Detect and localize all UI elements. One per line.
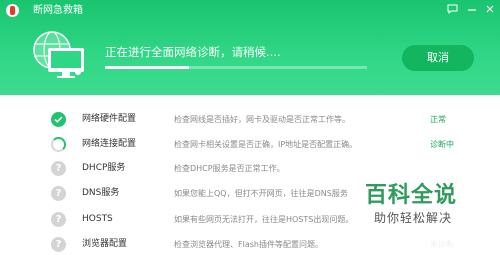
- diagnostic-name: DNS服务: [82, 188, 120, 198]
- loading-spinner-icon: [51, 137, 66, 152]
- diagnostic-name: 网络连接配置: [82, 139, 137, 149]
- diagnostic-row: ? DHCP服务 检查DHCP服务是否正常工作。: [0, 157, 500, 181]
- diagnostic-row: 网络硬件配置 检查网线是否插好，网卡及驱动是否正常工作等。 正常: [0, 108, 500, 132]
- check-circle-icon: [51, 112, 66, 127]
- diagnostic-status: 正常: [430, 115, 446, 124]
- diagnostic-description: 如果您能上QQ，但打不开网页，往往是DNS服务: [174, 189, 348, 198]
- watermark-subtitle: 助你轻松解决: [374, 211, 453, 225]
- question-circle-icon: ?: [51, 212, 66, 227]
- message-icon[interactable]: [445, 3, 460, 18]
- close-icon[interactable]: [482, 3, 497, 18]
- diagnostic-description: 检查DHCP服务是否正常工作。: [174, 164, 285, 173]
- question-circle-icon: ?: [51, 161, 66, 176]
- diagnostic-description: 如果有些网页无法打开，往往是HOSTS出现问题。: [174, 215, 354, 224]
- diagnostic-name: DHCP服务: [82, 163, 126, 173]
- diagnostic-name: 浏览器配置: [82, 239, 128, 249]
- diagnosis-progress-fill: [105, 66, 189, 69]
- header-banner: 断网急救箱 正在进行全面网络诊断，请稍候.... 取消: [0, 0, 500, 95]
- diagnostic-description: 检查浏览器代理、Flash插件等配置问题。: [174, 240, 323, 249]
- question-circle-icon: ?: [51, 237, 66, 252]
- title-bar: 断网急救箱: [0, 0, 500, 22]
- minimize-icon[interactable]: [464, 3, 479, 18]
- diagnostic-status: 诊断中: [430, 140, 454, 149]
- app-title: 断网急救箱: [33, 5, 83, 16]
- watermark-title: 百科全说: [365, 183, 458, 208]
- diagnostic-description: 检查网线是否插好，网卡及驱动是否正常工作等。: [174, 115, 350, 124]
- diagnosis-progress-bar: [105, 66, 367, 69]
- network-monitor-globe-icon: [33, 31, 84, 78]
- diagnostic-name: HOSTS: [82, 214, 113, 224]
- diagnostic-row: 网络连接配置 检查网卡相关设置是否正确，IP地址是否配置正确。 诊断中: [0, 133, 500, 157]
- app-logo-icon: [6, 4, 19, 17]
- cancel-button[interactable]: 取消: [402, 45, 474, 71]
- question-circle-icon: ?: [51, 186, 66, 201]
- diagnostic-description: 检查网卡相关设置是否正确，IP地址是否配置正确。: [174, 140, 358, 149]
- diagnostic-name: 网络硬件配置: [82, 114, 137, 124]
- diagnosis-status-text: 正在进行全面网络诊断，请稍候....: [105, 45, 281, 59]
